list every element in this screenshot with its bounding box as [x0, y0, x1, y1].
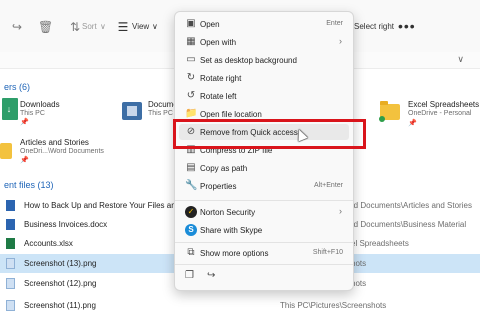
- tile-name[interactable]: Articles and Stories: [20, 138, 89, 147]
- tile-location: This PC: [20, 110, 45, 117]
- file-name: Accounts.xlsx: [24, 239, 73, 248]
- chevron-right-icon: ›: [339, 206, 342, 216]
- quick-access-header[interactable]: ers (6): [4, 82, 30, 92]
- synced-check-icon: [379, 116, 385, 122]
- menu-item-set-desktop-background[interactable]: ▭ Set as desktop background: [179, 52, 349, 68]
- file-location: rd Documents\Articles and Stories: [351, 201, 472, 210]
- share-icon[interactable]: ↪: [10, 20, 24, 34]
- menu-item-show-more-options[interactable]: ⧉ Show more options Shift+F10: [179, 245, 349, 261]
- menu-item-properties[interactable]: 🔧 Properties Alt+Enter: [179, 178, 349, 194]
- menu-item-norton-security[interactable]: ✓ Norton Security ›: [179, 204, 349, 220]
- more-options-icon: ⧉: [187, 247, 195, 258]
- delete-icon[interactable]: 🗑: [38, 20, 53, 34]
- highlight-box: [173, 119, 366, 149]
- menu-item-open-with[interactable]: ▦ Open with ›: [179, 34, 349, 50]
- view-button[interactable]: View: [132, 22, 149, 31]
- menu-separator: [175, 200, 353, 201]
- context-menu: ▣ Open Enter ▦ Open with › ▭ Set as desk…: [174, 11, 354, 291]
- view-chevron-icon: ∨: [152, 22, 158, 31]
- documents-folder-icon[interactable]: [122, 102, 142, 120]
- menu-item-share-with-skype[interactable]: S Share with Skype: [179, 222, 349, 238]
- table-row[interactable]: Screenshot (11).png This PC\Pictures\Scr…: [0, 296, 480, 315]
- tile-name[interactable]: Downloads: [20, 100, 60, 109]
- file-location: This PC\Pictures\Screenshots: [280, 301, 387, 310]
- copy-path-icon: ▤: [186, 162, 196, 173]
- file-location: rd Documents\Business Material: [351, 220, 467, 229]
- desktop-background-icon: ▭: [186, 54, 196, 65]
- downloads-folder-icon[interactable]: ↓: [2, 98, 18, 120]
- sort-icon[interactable]: ⇅: [68, 20, 82, 34]
- copy-icon[interactable]: ❐: [185, 270, 194, 281]
- tile-name[interactable]: Excel Spreadsheets: [408, 100, 479, 109]
- file-location: el Spreadsheets: [351, 239, 409, 248]
- rotate-left-icon: ↺: [186, 90, 196, 101]
- menu-separator: [175, 242, 353, 243]
- word-file-icon: [6, 219, 15, 230]
- sort-button[interactable]: Sort: [82, 22, 97, 31]
- menu-item-rotate-right[interactable]: ↻ Rotate right: [179, 70, 349, 86]
- file-name: Screenshot (11).png: [24, 301, 96, 310]
- pin-icon: 📌: [20, 157, 29, 164]
- image-file-icon: [6, 300, 15, 311]
- menu-separator: [175, 264, 353, 265]
- norton-icon: ✓: [185, 206, 197, 218]
- see-more-button[interactable]: •••: [398, 18, 416, 34]
- word-file-icon: [6, 200, 15, 211]
- rotate-right-icon: ↻: [186, 72, 196, 83]
- menu-item-rotate-left[interactable]: ↺ Rotate left: [179, 88, 349, 104]
- recent-files-header[interactable]: ent files (13): [4, 180, 54, 190]
- pin-icon: 📌: [408, 120, 417, 127]
- open-icon: ▣: [186, 18, 196, 29]
- folder-icon[interactable]: [0, 143, 12, 159]
- image-file-icon: [6, 278, 15, 289]
- excel-file-icon: [6, 238, 15, 249]
- chevron-right-icon: ›: [339, 36, 342, 46]
- open-with-icon: ▦: [186, 36, 196, 47]
- image-file-icon: [6, 258, 15, 269]
- sort-chevron-icon: ∨: [100, 22, 106, 31]
- tile-location: OneDri...\Word Documents: [20, 148, 104, 155]
- skype-icon: S: [185, 224, 197, 236]
- file-name: Screenshot (12).png: [24, 279, 97, 288]
- properties-icon: 🔧: [185, 180, 198, 191]
- tile-location: This PC: [148, 110, 173, 117]
- tile-location: OneDrive - Personal: [408, 110, 472, 117]
- menu-item-copy-as-path[interactable]: ▤ Copy as path: [179, 160, 349, 176]
- select-right-button[interactable]: Select right: [354, 22, 394, 31]
- pin-icon: 📌: [20, 119, 29, 126]
- chevron-down-icon[interactable]: ∨: [457, 54, 464, 65]
- view-icon[interactable]: ☰: [116, 20, 130, 34]
- share-icon[interactable]: ↪: [207, 270, 215, 281]
- file-name: Business Invoices.docx: [24, 220, 108, 229]
- menu-item-open[interactable]: ▣ Open Enter: [179, 16, 349, 32]
- file-name: Screenshot (13).png: [24, 259, 97, 268]
